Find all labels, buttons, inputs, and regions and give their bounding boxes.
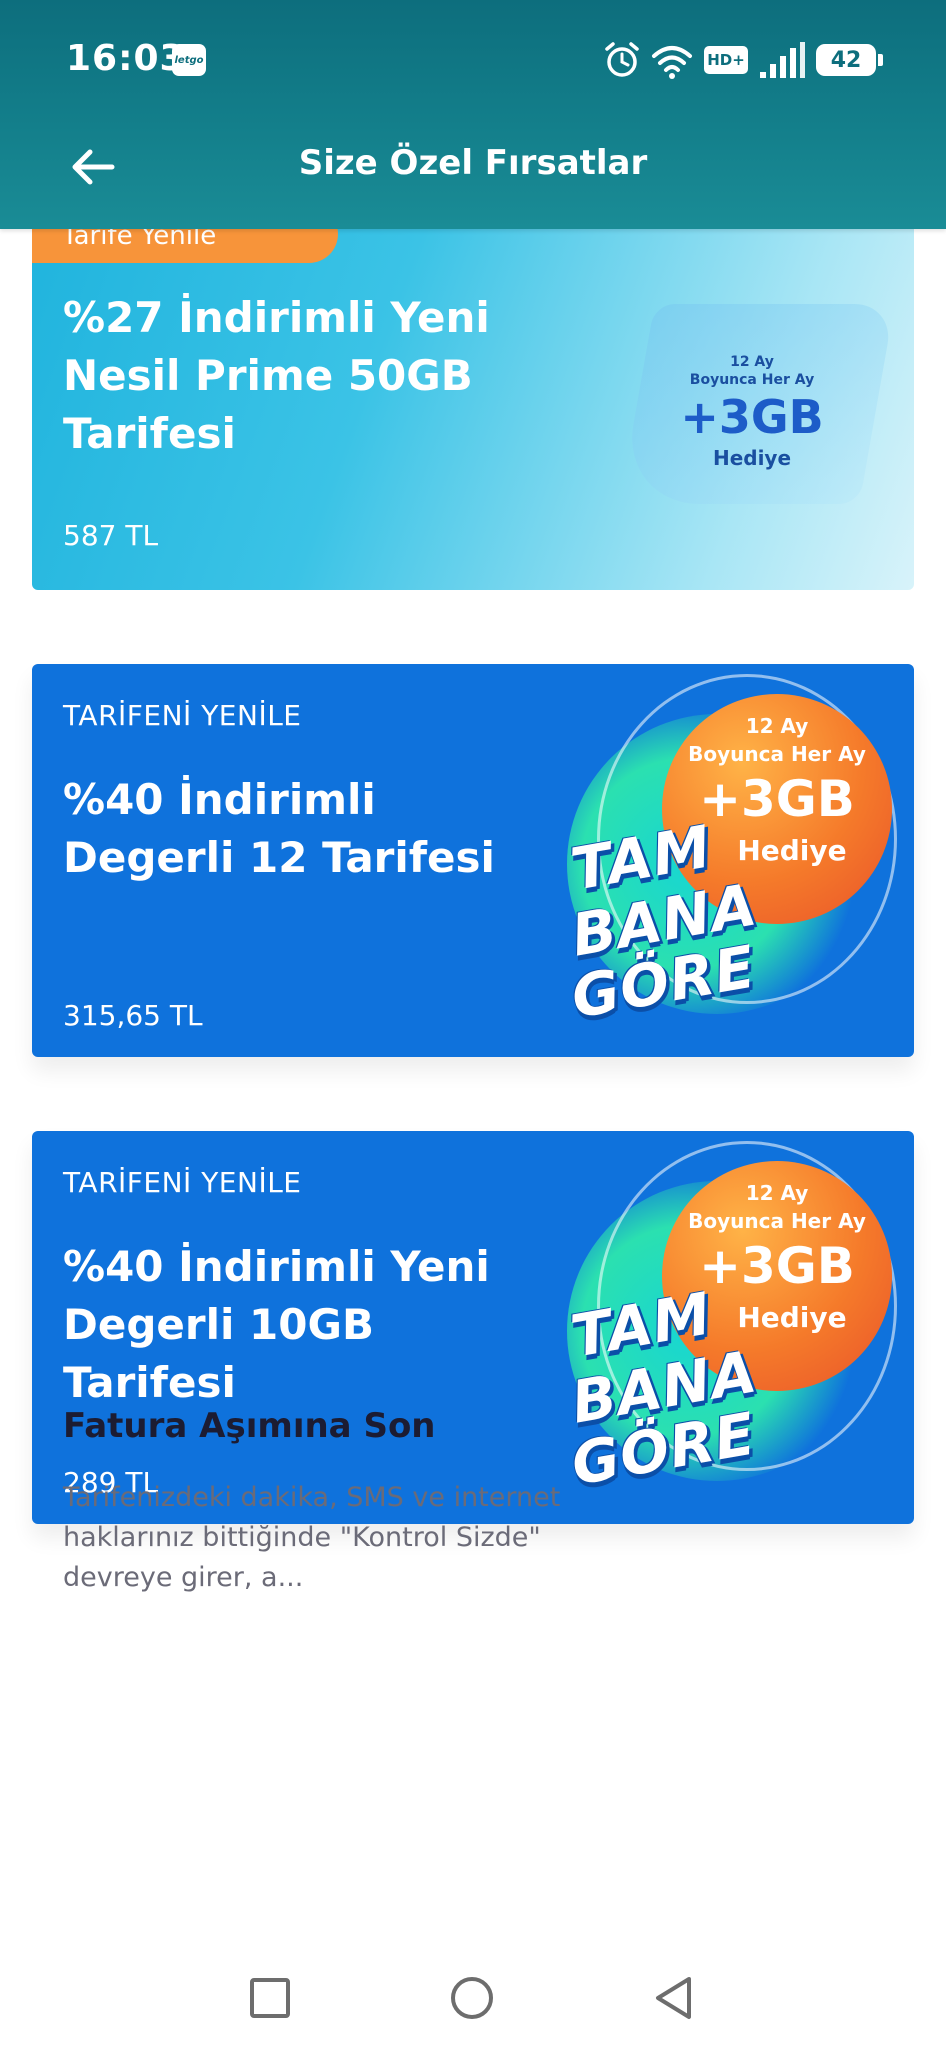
system-nav-bar [0,1940,946,2048]
offer-title-line: %40 İndirimli Yeni [63,1242,490,1291]
offer-title: %40 İndirimli Degerli 12 Tarifesi [63,771,495,887]
promo-amount: +3GB [680,390,824,444]
offer-card[interactable]: Tarife Yenile %27 İndirimli Yeni Nesil P… [32,229,914,590]
battery-icon: 42 [816,44,876,76]
recents-square-icon[interactable] [240,1968,300,2028]
offer-title-line: Degerli 10GB [63,1300,374,1349]
promo-months: 12 Ay [730,354,774,370]
status-time: 16:03 [66,38,186,79]
offer-title-line: Degerli 12 Tarifesi [63,833,495,882]
app-header: 16:03 letgo HD+ 42 Size Özel Fırsatlar [0,0,946,229]
signal-icon [760,42,805,78]
offer-title-line: Tarifesi [63,1358,236,1407]
offer-title: %27 İndirimli Yeni Nesil Prime 50GB Tari… [63,289,490,463]
promo-every-month: Boyunca Her Ay [688,742,866,766]
home-circle-icon[interactable] [442,1968,502,2028]
promo-months: 12 Ay [745,1181,809,1205]
status-icons: HD+ 42 [602,38,892,82]
page-title: Size Özel Fırsatlar [298,143,648,183]
offer-price: 587 TL [63,519,159,552]
offer-title-line: %27 İndirimli Yeni [63,293,490,342]
promo-months: 12 Ay [745,714,809,738]
offers-list[interactable]: Tarife Yenile %27 İndirimli Yeni Nesil P… [0,229,946,1909]
promo-every-month: Boyunca Her Ay [688,1209,866,1233]
offer-title-line: Tarifesi [63,409,236,458]
alarm-icon [605,42,639,77]
offer-title-line: %40 İndirimli [63,775,376,824]
promo-every-month: Boyunca Her Ay [689,372,815,388]
promo-graphic: 12 Ay Boyunca Her Ay +3GB Hediye [607,284,897,524]
hd-plus-badge: HD+ [704,46,748,74]
offer-card[interactable]: TARİFENİ YENİLE %40 İndirimli Degerli 12… [32,664,914,1057]
battery-tip [878,54,883,66]
offer-title-line: Nesil Prime 50GB [63,351,473,400]
offer-price: 315,65 TL [63,999,203,1032]
info-description: Tarifenizdeki dakika, SMS ve internet ha… [63,1482,561,1593]
offer-tag: TARİFENİ YENİLE [63,1166,302,1199]
offer-tag: Tarife Yenile [32,229,338,263]
offer-title: %40 İndirimli Yeni Degerli 10GB Tarifesi [63,1238,490,1412]
promo-gift: Hediye [712,446,792,470]
promo-graphic: 12 Ay Boyunca Her Ay +3GB Hediye TAM BAN… [537,1141,907,1521]
offer-tag: TARİFENİ YENİLE [63,699,302,732]
letgo-notification-icon: letgo [172,44,206,76]
wifi-icon [652,46,692,79]
info-title[interactable]: Fatura Aşımına Son [63,1406,436,1446]
back-triangle-icon[interactable] [644,1968,704,2028]
promo-graphic: 12 Ay Boyunca Her Ay +3GB Hediye TAM BAN… [537,674,907,1054]
offer-card[interactable]: TARİFENİ YENİLE %40 İndirimli Yeni Deger… [32,1131,914,1524]
